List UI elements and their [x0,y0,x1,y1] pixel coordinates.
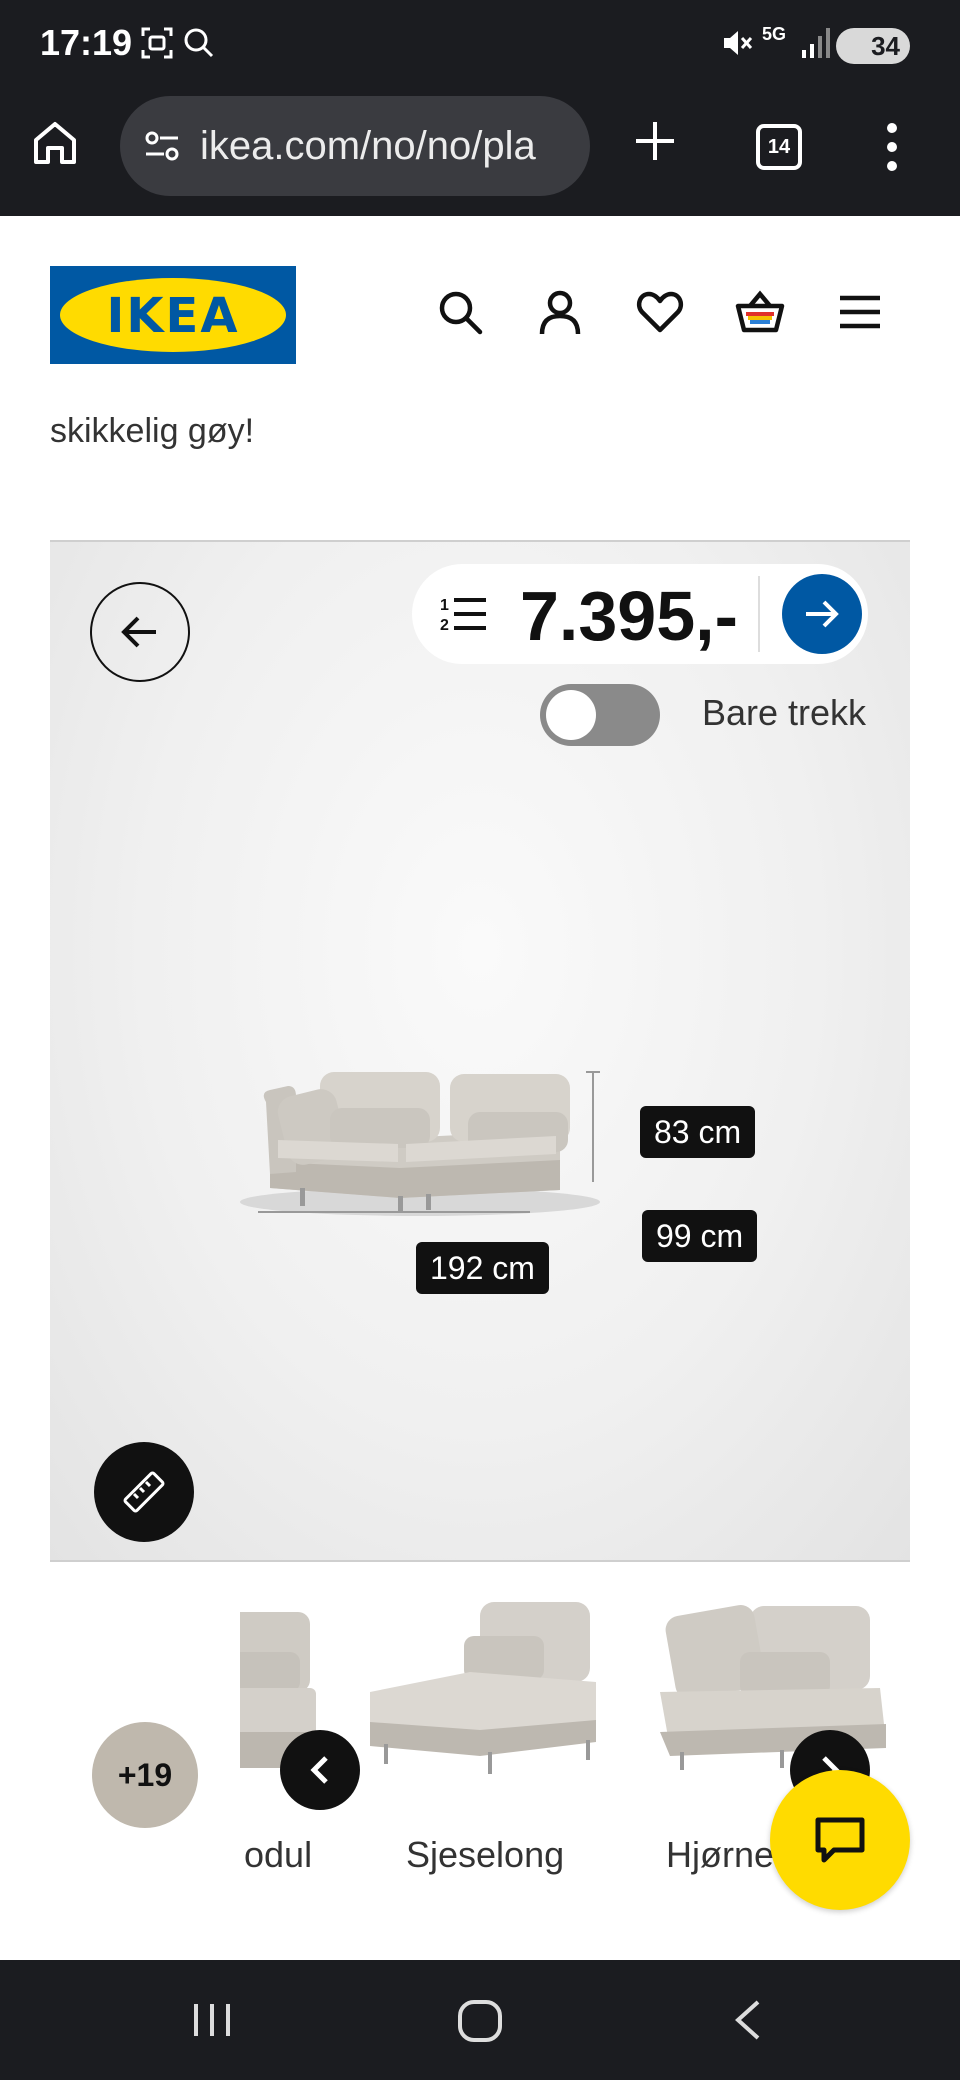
arrow-left-icon [121,616,156,648]
home-icon[interactable] [456,1996,504,2049]
site-settings-icon[interactable] [142,126,182,171]
total-price: 7.395,- [520,577,738,655]
measure-button[interactable] [94,1442,194,1542]
carousel-label-corner: Hjørne [666,1834,775,1875]
chevron-left-icon [310,1756,328,1784]
ikea-logo[interactable]: IKEA [50,266,296,364]
divider [758,576,760,652]
carousel-prev-button[interactable] [280,1730,360,1810]
price-summary[interactable]: 12 7.395,- [412,564,868,664]
height-dimension-label: 83 cm [640,1106,756,1158]
carousel-item-chaise-longue[interactable] [360,1592,610,1827]
carousel-label-chaise-longue: Sjeselong [406,1834,565,1875]
tabs-icon[interactable]: 14 [756,124,802,170]
ruler-icon [123,1471,165,1513]
svg-text:2: 2 [440,617,449,634]
arrow-right-icon [806,600,839,628]
search-icon[interactable] [436,288,484,336]
tagline-text: skikkelig gøy! [50,412,255,450]
width-dimension-label: 192 cm [416,1242,549,1294]
browser-toolbar: ikea.com/no/no/pla 14 [0,90,960,216]
screenshot-icon [140,26,174,65]
svg-text:1: 1 [440,597,449,614]
signal-icon [800,26,832,65]
chat-icon [815,1817,865,1863]
basket-icon[interactable] [734,288,785,336]
home-icon[interactable] [30,118,90,178]
more-modules-badge[interactable]: +19 [92,1722,198,1828]
new-tab-icon[interactable] [630,116,680,171]
search-icon [182,26,216,65]
mute-icon [720,26,754,65]
heart-icon[interactable] [636,288,684,336]
chat-button[interactable] [770,1770,910,1910]
numbered-list-icon[interactable]: 12 [440,594,490,639]
carousel-label-module: odul [244,1834,313,1875]
go-to-summary-button[interactable] [782,574,862,654]
battery-icon: 34 [836,28,910,64]
address-bar[interactable]: ikea.com/no/no/pla [120,96,590,196]
back-icon[interactable] [728,1996,768,2049]
covers-only-label: Bare trekk [702,692,867,733]
url-text[interactable]: ikea.com/no/no/pla [200,124,536,169]
back-button[interactable] [90,582,190,682]
status-time: 17:19 [40,22,133,63]
status-bar: 17:19 5G 34 [0,0,960,90]
account-icon[interactable] [536,288,584,336]
product-planner-viewer[interactable]: 12 7.395,- Bare trekk 83 cm 99 cm 192 cm [50,540,910,1562]
system-nav-bar [0,1960,960,2080]
hamburger-icon[interactable] [836,288,884,336]
sofa-3d-model[interactable] [230,1012,630,1232]
recents-icon[interactable] [190,1996,234,2049]
5g-icon: 5G [762,24,787,44]
depth-dimension-label: 99 cm [642,1210,758,1262]
menu-icon[interactable] [884,122,900,177]
covers-only-toggle[interactable] [540,684,660,746]
